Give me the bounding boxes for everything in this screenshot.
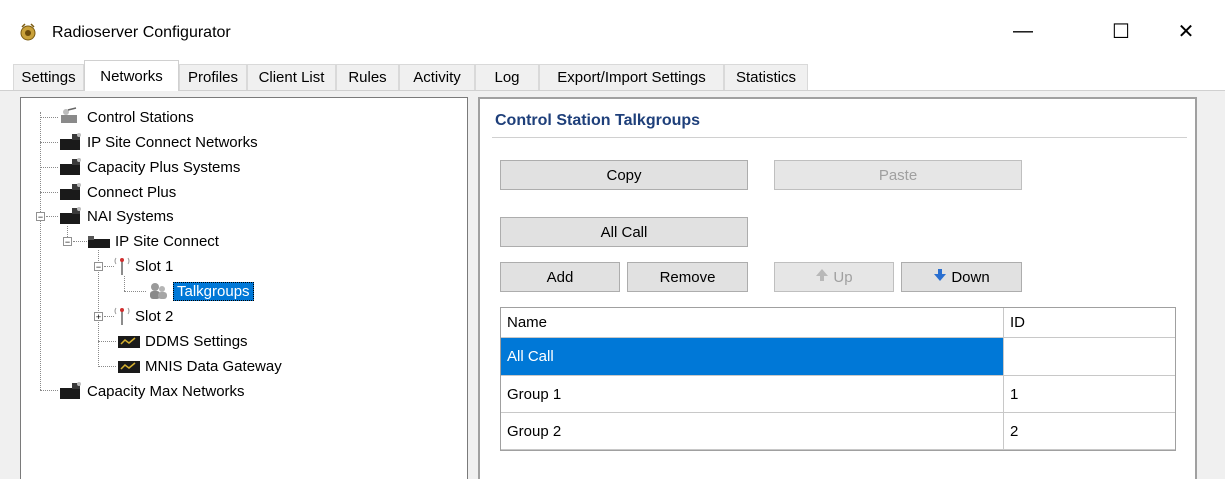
tree-line bbox=[46, 216, 58, 217]
tree-line bbox=[40, 390, 58, 391]
tree-line bbox=[40, 117, 58, 118]
tree-item-slot2[interactable]: Slot 2 bbox=[112, 305, 173, 327]
collapse-ip-site-connect-toggle[interactable]: − bbox=[63, 237, 72, 247]
maximize-button[interactable]: ☐ bbox=[1098, 14, 1144, 48]
down-button[interactable]: Down bbox=[901, 262, 1022, 292]
table-row-id[interactable]: 2 bbox=[1004, 413, 1175, 450]
tree-item-capacity-plus-systems[interactable]: Capacity Plus Systems bbox=[58, 156, 240, 178]
control-station-icon bbox=[58, 106, 84, 128]
ddms-device-icon bbox=[116, 330, 142, 352]
gateway-device-icon bbox=[116, 355, 142, 377]
antenna-icon bbox=[112, 305, 132, 327]
add-button[interactable]: Add bbox=[500, 262, 620, 292]
tree-line bbox=[98, 341, 116, 342]
tree-line bbox=[124, 276, 125, 291]
tree-line bbox=[40, 167, 58, 168]
remove-button[interactable]: Remove bbox=[627, 262, 748, 292]
tree-item-label: Slot 1 bbox=[135, 257, 174, 275]
table-row-id[interactable]: 1 bbox=[1004, 376, 1175, 413]
tree-item-label: Capacity Plus Systems bbox=[87, 158, 241, 176]
table-row-name[interactable]: Group 1 bbox=[501, 376, 1004, 413]
tree-item-label: NAI Systems bbox=[87, 207, 174, 225]
column-header-id[interactable]: ID bbox=[1004, 308, 1175, 338]
tree-item-capacity-max-networks[interactable]: Capacity Max Networks bbox=[58, 380, 245, 402]
collapse-slot1-toggle[interactable]: − bbox=[94, 262, 103, 272]
column-header-name[interactable]: Name bbox=[501, 308, 1004, 338]
tree-item-ddms-settings[interactable]: DDMS Settings bbox=[116, 330, 248, 352]
arrow-up-icon bbox=[815, 268, 829, 286]
expand-slot2-toggle[interactable]: + bbox=[94, 312, 103, 322]
down-label: Down bbox=[951, 268, 990, 286]
tree-line bbox=[124, 291, 146, 292]
tree-line bbox=[40, 142, 58, 143]
copy-button[interactable]: Copy bbox=[500, 160, 748, 190]
section-title: Control Station Talkgroups bbox=[495, 112, 701, 129]
tree-item-nai-systems[interactable]: NAI Systems bbox=[58, 205, 174, 227]
tree-item-label: MNIS Data Gateway bbox=[145, 357, 282, 375]
tab-networks[interactable]: Networks bbox=[84, 60, 179, 91]
title-bar: Radioserver Configurator — ☐ ✕ bbox=[0, 0, 1225, 60]
talkgroups-table: Name ID All Call Group 1 1 Group 2 2 bbox=[500, 307, 1176, 451]
section-divider bbox=[492, 137, 1187, 138]
tab-profiles[interactable]: Profiles bbox=[179, 64, 247, 90]
app-logo-icon bbox=[18, 22, 38, 42]
network-repeater-icon bbox=[58, 156, 84, 178]
up-button[interactable]: Up bbox=[774, 262, 894, 292]
network-repeater-icon bbox=[58, 380, 84, 402]
paste-button[interactable]: Paste bbox=[774, 160, 1022, 190]
tree-item-control-stations[interactable]: Control Stations bbox=[58, 106, 194, 128]
table-row-name[interactable]: Group 2 bbox=[501, 413, 1004, 450]
network-repeater-icon bbox=[58, 181, 84, 203]
tree-item-mnis-data-gateway[interactable]: MNIS Data Gateway bbox=[116, 355, 282, 377]
up-label: Up bbox=[833, 268, 853, 286]
tree-line bbox=[73, 241, 87, 242]
tree-line bbox=[40, 192, 58, 193]
tree-item-ip-site-connect[interactable]: IP Site Connect bbox=[86, 230, 219, 252]
tab-statistics[interactable]: Statistics bbox=[724, 64, 808, 90]
tree-line bbox=[40, 112, 41, 390]
table-row-name[interactable]: All Call bbox=[501, 338, 1004, 376]
network-repeater-icon bbox=[58, 131, 84, 153]
collapse-nai-systems-toggle[interactable]: − bbox=[36, 212, 45, 222]
tab-activity[interactable]: Activity bbox=[399, 64, 475, 90]
tree-line bbox=[98, 366, 116, 367]
tree-item-label: Slot 2 bbox=[135, 307, 174, 325]
tree-item-talkgroups[interactable]: Talkgroups bbox=[146, 280, 254, 302]
tab-settings[interactable]: Settings bbox=[13, 64, 84, 90]
tree-item-label: IP Site Connect Networks bbox=[87, 133, 258, 151]
tree-item-label: Talkgroups bbox=[173, 281, 254, 301]
window-title: Radioserver Configurator bbox=[52, 24, 231, 41]
tree-item-ip-site-connect-networks[interactable]: IP Site Connect Networks bbox=[58, 131, 258, 153]
antenna-icon bbox=[112, 255, 132, 277]
tree-item-label: Capacity Max Networks bbox=[87, 382, 245, 400]
tree-item-connect-plus[interactable]: Connect Plus bbox=[58, 181, 176, 203]
tab-export-import-settings[interactable]: Export/Import Settings bbox=[539, 64, 724, 90]
minimize-button[interactable]: — bbox=[1000, 14, 1046, 48]
tree-item-slot1[interactable]: Slot 1 bbox=[112, 255, 173, 277]
repeater-icon bbox=[86, 230, 112, 252]
arrow-down-icon bbox=[933, 268, 947, 286]
tree-item-label: Connect Plus bbox=[87, 183, 177, 201]
network-repeater-icon bbox=[58, 205, 84, 227]
all-call-button[interactable]: All Call bbox=[500, 217, 748, 247]
tree-item-label: DDMS Settings bbox=[145, 332, 248, 350]
tree-item-label: Control Stations bbox=[87, 108, 194, 126]
group-users-icon bbox=[146, 280, 170, 302]
table-row-id[interactable] bbox=[1004, 338, 1175, 376]
tab-client-list[interactable]: Client List bbox=[247, 64, 336, 90]
tab-log[interactable]: Log bbox=[475, 64, 539, 90]
close-button[interactable]: ✕ bbox=[1163, 14, 1209, 48]
tab-rules[interactable]: Rules bbox=[336, 64, 399, 90]
tree-item-label: IP Site Connect bbox=[115, 232, 219, 250]
